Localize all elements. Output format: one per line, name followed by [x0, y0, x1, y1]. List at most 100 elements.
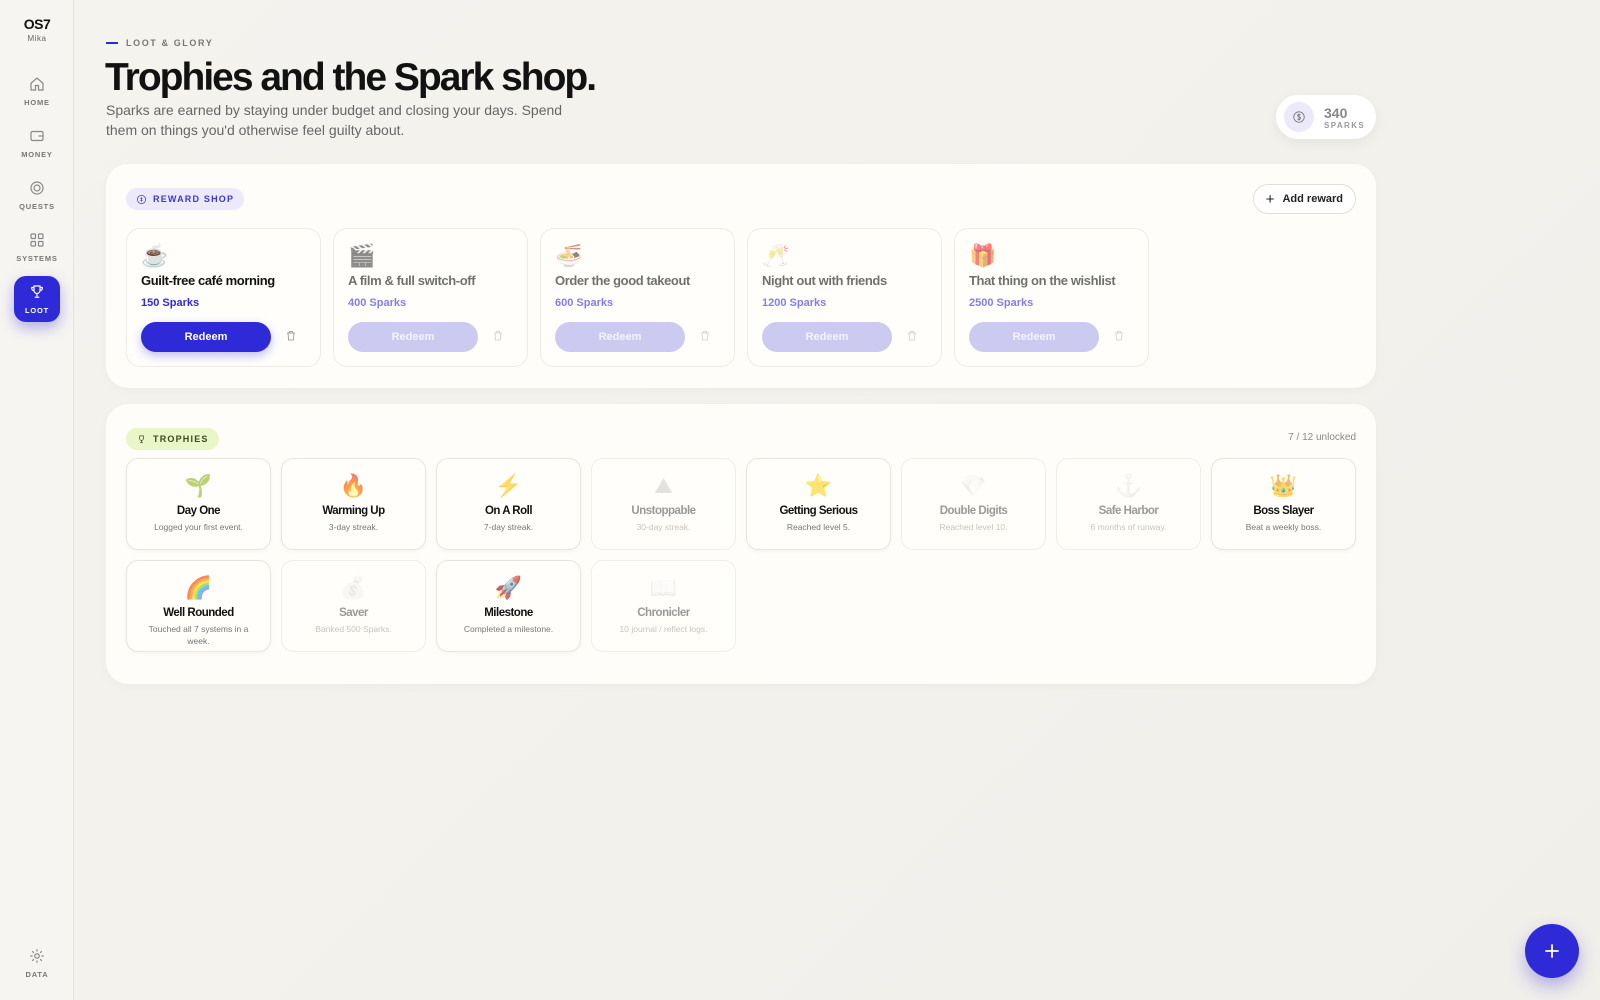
noodle-bowl-icon: 🍜 — [555, 243, 583, 268]
add-reward-button[interactable]: + Add reward — [1252, 184, 1356, 214]
nav-label: DATA — [25, 970, 49, 979]
trophy-card: ⚓ Safe Harbor 6 months of runway. — [1056, 458, 1201, 550]
trophy-name: On A Roll — [484, 505, 533, 517]
reward-name: A film & full switch-off — [348, 273, 476, 288]
reward-cost: 400 Sparks — [348, 297, 407, 309]
lightning-icon: ⚡ — [494, 473, 523, 498]
trophy-card: 🌈 Well Rounded Touched all 7 systems in … — [126, 560, 271, 652]
anchor-icon: ⚓ — [1114, 473, 1143, 498]
nav-label: SYSTEMS — [16, 254, 58, 263]
nav-item-loot[interactable]: LOOT — [14, 276, 60, 322]
target-icon — [30, 181, 44, 195]
sparks-balance: 340 SPARKS — [1276, 95, 1376, 139]
accent-dash — [106, 42, 118, 44]
trophy-card: 🔥 Warming Up 3-day streak. — [281, 458, 426, 550]
reward-name: Order the good takeout — [555, 273, 690, 288]
trophy-desc: Logged your first event. — [154, 522, 243, 532]
wallet-icon — [30, 130, 44, 142]
delete-reward-button[interactable] — [699, 329, 713, 345]
delete-reward-button[interactable] — [1113, 329, 1127, 345]
chip-label: REWARD SHOP — [153, 194, 235, 204]
nav-item-data[interactable]: DATA — [14, 940, 60, 986]
coin-icon — [1284, 102, 1314, 132]
nav-label: LOOT — [24, 306, 50, 315]
plus-icon — [1545, 944, 1559, 958]
book-icon: 📖 — [649, 575, 678, 600]
home-icon — [30, 77, 44, 91]
reward-cost: 150 Sparks — [141, 297, 200, 309]
redeem-button[interactable]: Redeem — [348, 322, 478, 352]
trophy-name: Warming Up — [322, 505, 385, 517]
trophy-name: Getting Serious — [779, 505, 858, 517]
chip-label: TROPHIES — [153, 434, 209, 444]
rocket-icon: 🚀 — [494, 575, 523, 600]
reward-card: 🎁 That thing on the wishlist 2500 Sparks… — [954, 228, 1149, 367]
nav-item-systems[interactable]: SYSTEMS — [14, 224, 60, 270]
nav-item-home[interactable]: HOME — [14, 68, 60, 114]
trophy-desc: 7-day streak. — [483, 522, 534, 532]
nav-label: QUESTS — [19, 202, 55, 211]
trophy-card: 📖 Chronicler 10 journal / reflect logs. — [591, 560, 736, 652]
trophy-desc: Reached level 5. — [786, 522, 851, 532]
redeem-button[interactable]: Redeem — [141, 322, 271, 352]
trophy-name: Safe Harbor — [1098, 505, 1159, 517]
trophy-card: 👑 Boss Slayer Beat a weekly boss. — [1211, 458, 1356, 550]
trophies-chip: TROPHIES — [126, 428, 219, 450]
delete-reward-button[interactable] — [906, 329, 920, 345]
trash-icon — [287, 331, 295, 341]
trophy-desc: 3-day streak. — [328, 522, 379, 532]
delete-reward-button[interactable] — [492, 329, 506, 345]
gear-icon — [30, 949, 44, 963]
grid-icon — [30, 233, 44, 247]
reward-list: ☕ Guilt-free café morning 150 Sparks Red… — [126, 228, 1149, 367]
cheers-icon: 🥂 — [762, 243, 790, 268]
plus-icon: + — [1265, 190, 1275, 208]
redeem-button[interactable]: Redeem — [762, 322, 892, 352]
delete-reward-button[interactable] — [285, 329, 299, 345]
app-logo: OS7 — [23, 16, 51, 32]
trash-icon — [908, 331, 916, 341]
fire-icon: 🔥 — [339, 473, 368, 498]
trophy-desc: Touched all 7 systems in a week. — [148, 624, 249, 646]
trophy-grid: 🌱 Day One Logged your first event. 🔥 War… — [126, 458, 1356, 652]
trophy-desc: Banked 500 Sparks. — [315, 624, 392, 634]
trophy-card: 💎 Double Digits Reached level 10. — [901, 458, 1046, 550]
nav-item-quests[interactable]: QUESTS — [14, 172, 60, 218]
page-title: Trophies and the Spark shop. — [105, 56, 597, 99]
reward-name: Guilt-free café morning — [141, 273, 275, 288]
trophy-name: Unstoppable — [631, 505, 696, 517]
trophy-card: 🚀 Milestone Completed a milestone. — [436, 560, 581, 652]
page-subtitle: Sparks are earned by staying under budge… — [106, 102, 563, 138]
seedling-icon: 🌱 — [184, 473, 213, 498]
trophy-card: ⭐ Getting Serious Reached level 5. — [746, 458, 891, 550]
nav-label: MONEY — [21, 150, 53, 159]
mountain-icon: ⛰ — [654, 473, 673, 498]
redeem-button[interactable]: Redeem — [555, 322, 685, 352]
trophy-name: Chronicler — [637, 607, 690, 619]
trophy-card: ⛰ Unstoppable 30-day streak. — [591, 458, 736, 550]
nav-item-money[interactable]: MONEY — [14, 120, 60, 166]
trophy-card: ⚡ On A Roll 7-day streak. — [436, 458, 581, 550]
trophy-name: Well Rounded — [163, 607, 234, 619]
sparks-amount: 340 — [1324, 104, 1348, 121]
add-fab-button[interactable] — [1525, 924, 1579, 978]
reward-cost: 2500 Sparks — [969, 297, 1034, 309]
redeem-button[interactable]: Redeem — [969, 322, 1099, 352]
trash-icon — [494, 331, 502, 341]
trophy-desc: Reached level 10. — [939, 522, 1008, 532]
trophy-desc: 30-day streak. — [636, 522, 691, 532]
trophy-icon — [31, 285, 43, 298]
nav-label: HOME — [24, 98, 50, 107]
user-name: Mika — [27, 34, 47, 43]
add-reward-label: Add reward — [1282, 193, 1343, 205]
reward-shop-panel: REWARD SHOP + Add reward ☕ Guilt-free ca… — [106, 164, 1376, 388]
trophy-desc: Completed a milestone. — [463, 624, 554, 634]
trophy-name: Day One — [176, 505, 221, 517]
trophy-name: Saver — [339, 607, 368, 619]
gift-icon: 🎁 — [969, 243, 997, 268]
trash-icon — [701, 331, 709, 341]
trophy-icon — [139, 434, 144, 443]
trophy-card: 🌱 Day One Logged your first event. — [126, 458, 271, 550]
reward-card: 🎬 A film & full switch-off 400 Sparks Re… — [333, 228, 528, 367]
reward-cost: 600 Sparks — [555, 297, 614, 309]
